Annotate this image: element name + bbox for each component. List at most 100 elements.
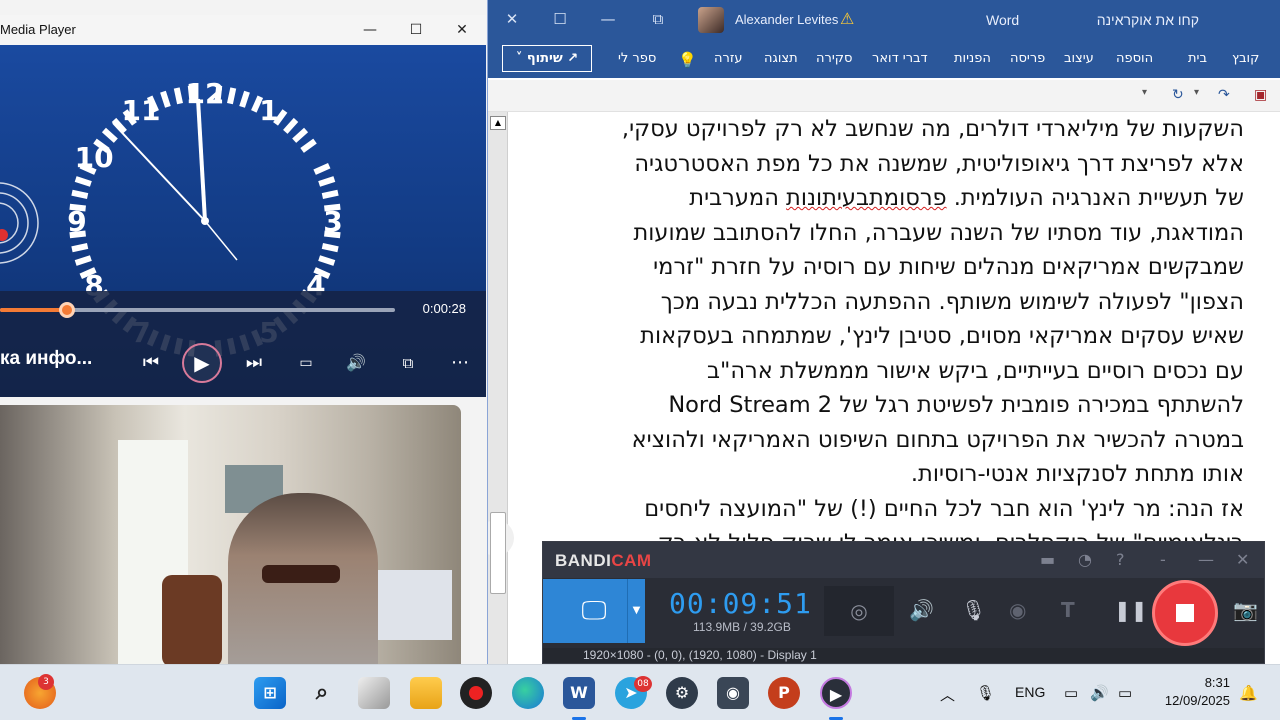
search-icon[interactable]: ⌕: [306, 677, 338, 709]
clock-tick: [239, 90, 250, 108]
clock-date: 12/09/2025: [1164, 693, 1230, 708]
tab-help[interactable]: עזרה: [714, 51, 742, 66]
misspelled-word[interactable]: פרסומתבעיתונות: [786, 185, 947, 211]
edge-icon[interactable]: [512, 677, 544, 709]
tell-me-box[interactable]: ספר לי: [618, 51, 656, 66]
collapse-icon[interactable]: -: [1160, 550, 1166, 569]
mode-dropdown-icon[interactable]: ▼: [627, 579, 645, 643]
start-icon[interactable]: ⊞: [254, 677, 286, 709]
clock-tick: [292, 127, 309, 143]
document-line[interactable]: הצפון" לפעולה לשימוש משותף. ההפתעה הכללי…: [548, 285, 1244, 320]
close-icon[interactable]: ✕: [1236, 550, 1249, 569]
document-body[interactable]: השקעות של מיליארדי דולרים, מה שנחשב לא ר…: [548, 112, 1244, 561]
record-app-icon[interactable]: [460, 677, 492, 709]
screenshot-icon[interactable]: 📷: [1233, 598, 1258, 622]
document-line[interactable]: להשתתף במכירה פומבית לפשיטת רגל של Nord …: [548, 388, 1244, 423]
user-name[interactable]: Alexander Levites: [735, 12, 838, 27]
document-line[interactable]: של תעשיית האנרגיה העולמית. פרסומתבעיתונו…: [548, 181, 1244, 216]
document-line[interactable]: המודאגת, עוד מסתיו של השנה שעברה, החלו ל…: [548, 216, 1244, 251]
restore-button[interactable]: ☐: [536, 0, 584, 38]
speaker-icon[interactable]: 🔊: [909, 598, 934, 622]
clock-numeral: 1: [259, 94, 278, 127]
tab-insert[interactable]: הוספה: [1116, 51, 1153, 66]
clock-numeral: 9: [67, 205, 86, 238]
subtitles-icon[interactable]: ▭: [290, 347, 322, 379]
webcam-icon[interactable]: ◎: [824, 586, 894, 636]
settings-icon[interactable]: ⚙: [666, 677, 698, 709]
scroll-up-arrow[interactable]: ▲: [490, 116, 506, 130]
next-icon[interactable]: ⏭: [238, 347, 270, 379]
word-icon[interactable]: W: [563, 677, 595, 709]
document-line[interactable]: השקעות של מיליארדי דולרים, מה שנחשב לא ר…: [548, 112, 1244, 147]
seek-bar[interactable]: [0, 302, 395, 318]
tab-layout[interactable]: פריסה: [1010, 51, 1045, 66]
cursor-effect-icon[interactable]: ◉: [1009, 598, 1026, 622]
focus-mode-button[interactable]: ⧉: [634, 0, 682, 38]
network-icon[interactable]: ▭: [1064, 684, 1078, 702]
minimize-button[interactable]: —: [584, 0, 632, 38]
bandicam-header[interactable]: BANDICAM ▬ ◔ ? - — ✕: [543, 542, 1264, 578]
tab-review[interactable]: סקירה: [816, 51, 852, 66]
video-frame[interactable]: 1213457891011 0:00:28 ка инфо... ⏮ ▶ ⏭ ▭: [0, 45, 486, 397]
system-clock[interactable]: 8:31 12/09/2025: [1165, 674, 1230, 710]
scrollbar-thumb[interactable]: [490, 512, 506, 594]
media-player-window[interactable]: Media Player — ☐ ✕ 1213457891011 0:00:: [0, 15, 486, 397]
tab-home[interactable]: בית: [1188, 51, 1207, 66]
help-icon[interactable]: ?: [1116, 550, 1125, 569]
document-line[interactable]: אלא לפריצת דרך גיאופוליטית, שמשנה את כל …: [548, 147, 1244, 182]
bandicam-window[interactable]: BANDICAM ▬ ◔ ? - — ✕ 🖵 ▼ 00:09:51 113.9M…: [542, 541, 1265, 664]
notification-bell-icon[interactable]: 🔔: [1239, 684, 1258, 702]
channel-logo-icon: [0, 182, 39, 264]
battery-icon[interactable]: ▭: [1118, 684, 1132, 702]
document-line[interactable]: במטרה להכשיר את הפרויקט בתחום השיפוט האמ…: [548, 423, 1244, 458]
tab-design[interactable]: עיצוב: [1064, 51, 1094, 66]
maximize-button[interactable]: ☐: [393, 15, 439, 45]
pause-icon[interactable]: ❚❚: [1114, 598, 1148, 622]
show-hidden-icons-icon[interactable]: ︿: [940, 684, 955, 705]
warning-icon[interactable]: ⚠: [840, 9, 854, 28]
tab-view[interactable]: תצוגה: [764, 51, 798, 66]
file-explorer-icon[interactable]: [410, 677, 442, 709]
document-line[interactable]: אז הנה: מר לינץ' הוא חבר לכל החיים (!) ש…: [548, 492, 1244, 527]
microphone-tray-icon[interactable]: 🎙: [976, 684, 995, 702]
task-view-icon[interactable]: [358, 677, 390, 709]
redo-icon[interactable]: ↻: [1172, 87, 1184, 103]
undo-dropdown-icon[interactable]: ▾: [1194, 87, 1199, 98]
camera-icon[interactable]: ◉: [717, 677, 749, 709]
close-button[interactable]: ✕: [439, 15, 485, 45]
lightbulb-icon[interactable]: 💡: [678, 51, 697, 69]
text-overlay-icon[interactable]: T: [1061, 598, 1075, 622]
close-button[interactable]: ✕: [488, 0, 536, 38]
volume-tray-icon[interactable]: 🔊: [1090, 684, 1109, 702]
previous-icon[interactable]: ⏮: [135, 347, 167, 379]
minimize-button[interactable]: —: [347, 15, 393, 45]
save-icon[interactable]: ▣: [1254, 87, 1267, 103]
media-player-titlebar[interactable]: Media Player — ☐ ✕: [0, 15, 486, 45]
document-line[interactable]: שאיש עסקים אמריקאי מסוים, סטיבן לינץ', ש…: [548, 319, 1244, 354]
document-line[interactable]: שמבקשים אמריקאים מנהלים שיחות עם רוסיה ע…: [548, 250, 1244, 285]
history-icon[interactable]: ◔: [1078, 550, 1092, 569]
folder-icon[interactable]: ▬: [1040, 550, 1055, 569]
miniplayer-icon[interactable]: ⧉: [392, 347, 424, 379]
stop-record-button[interactable]: [1152, 580, 1218, 646]
tab-file[interactable]: קובץ: [1232, 51, 1259, 66]
minimize-icon[interactable]: —: [1198, 550, 1214, 569]
tab-mailings[interactable]: דברי דואר: [872, 51, 928, 66]
powerpoint-icon[interactable]: P: [768, 677, 800, 709]
microphone-icon[interactable]: 🎙: [961, 598, 986, 622]
document-line[interactable]: עם נכסים רוסיים בעייתיים, ביקש אישור מממ…: [548, 354, 1244, 389]
volume-icon[interactable]: 🔊: [340, 347, 372, 379]
tab-references[interactable]: הפניות: [954, 51, 991, 66]
media-player-icon[interactable]: ▶: [820, 677, 852, 709]
avatar[interactable]: [698, 7, 724, 33]
customize-toolbar-icon[interactable]: ▾: [1142, 87, 1147, 98]
document-line[interactable]: אותו מתחת לסנקציות אנטי-רוסיות.: [548, 457, 1244, 492]
play-icon[interactable]: ▶: [182, 343, 222, 383]
seek-thumb[interactable]: [59, 302, 76, 318]
word-titlebar[interactable]: ✕ ☐ — ⧉ Alexander Levites ⚠ Word קחו את …: [488, 0, 1280, 40]
share-button[interactable]: ˅ שיתוף ↗: [502, 45, 592, 72]
clock-tick: [318, 255, 336, 266]
more-options-icon[interactable]: ⋯: [444, 347, 476, 379]
language-indicator[interactable]: ENG: [1015, 684, 1045, 700]
undo-icon[interactable]: ↷: [1218, 87, 1230, 103]
